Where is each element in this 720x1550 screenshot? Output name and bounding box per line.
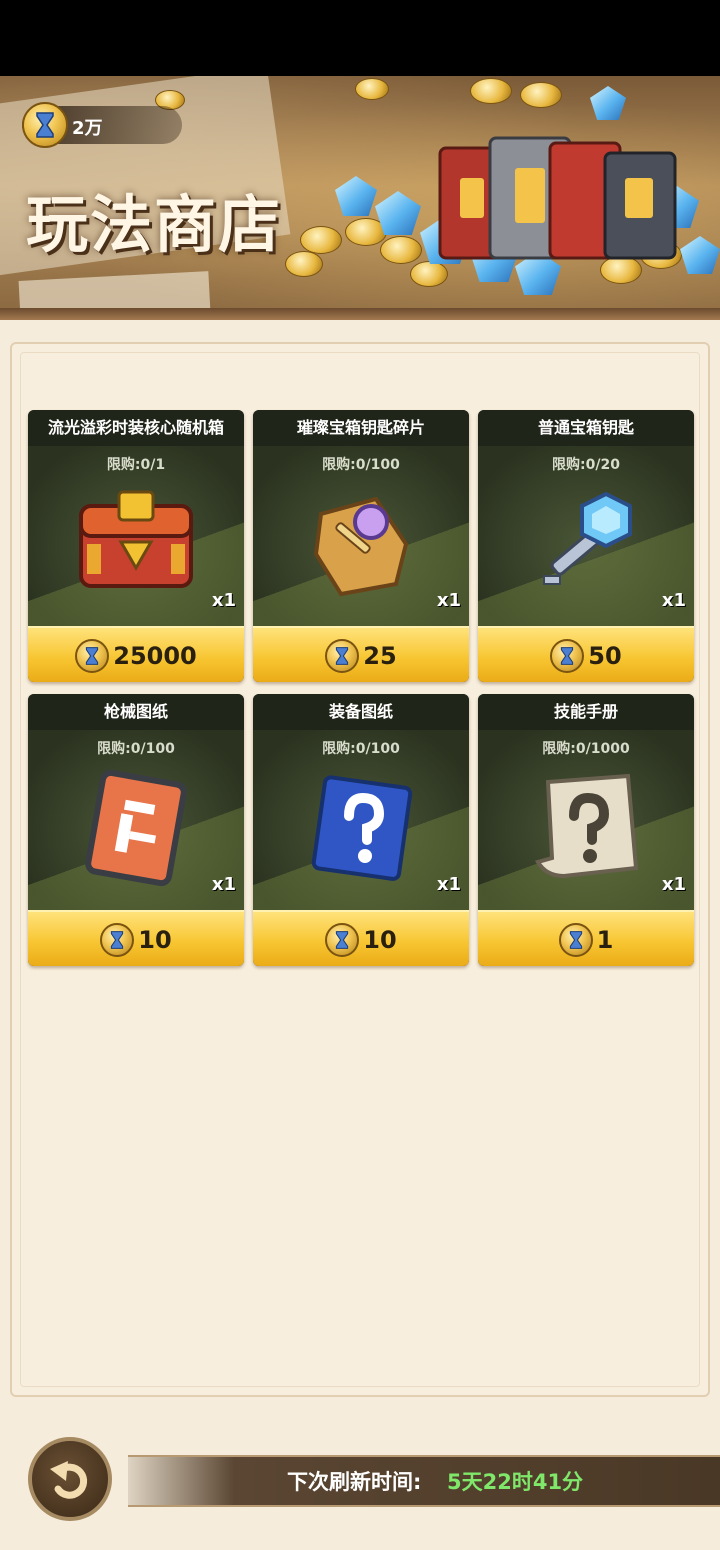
purchase-limit: 限购:0/100 (97, 741, 175, 757)
hourglass-coin-icon (558, 923, 593, 957)
hourglass-coin-icon (75, 639, 110, 673)
item-name: 流光溢彩时装核心随机箱 (28, 410, 244, 446)
item-name: 枪械图纸 (28, 694, 244, 730)
item-name: 技能手册 (478, 694, 694, 730)
price-value: 25 (363, 642, 397, 670)
item-name: 普通宝箱钥匙 (478, 410, 694, 446)
hourglass-coin-icon (325, 639, 360, 673)
refresh-countdown: 5天22时41分 (447, 1470, 584, 1494)
item-name: 装备图纸 (253, 694, 469, 730)
price-value: 1 (596, 926, 614, 954)
price-button[interactable]: 25000 (28, 626, 244, 682)
shop-item-card[interactable]: 装备图纸 限购:0/100 x1 10 (253, 694, 469, 966)
hourglass-coin-icon (22, 102, 68, 148)
item-quantity: x1 (211, 874, 236, 895)
shop-item-card[interactable]: 普通宝箱钥匙 限购:0/20 x1 50 (478, 410, 694, 682)
purchase-limit: 限购:0/1 (106, 457, 166, 473)
hourglass-coin-icon (100, 923, 135, 957)
treasure-chest-icon (79, 490, 193, 588)
equipment-blueprint-icon (311, 775, 413, 881)
item-quantity: x1 (436, 590, 461, 611)
hourglass-coin-icon (325, 923, 360, 957)
price-value: 50 (588, 642, 622, 670)
back-arrow-icon (50, 1461, 88, 1499)
page-title: 玩法商店 (26, 188, 283, 261)
purchase-limit: 限购:0/20 (552, 457, 620, 473)
price-button[interactable]: 25 (253, 626, 469, 682)
item-quantity: x1 (661, 590, 686, 611)
item-quantity: x1 (661, 874, 686, 895)
price-value: 10 (363, 926, 397, 954)
shop-item-card[interactable]: 技能手册 限购:0/1000 x1 1 (478, 694, 694, 966)
item-quantity: x1 (211, 590, 236, 611)
price-button[interactable]: 50 (478, 626, 694, 682)
item-name: 璀璨宝箱钥匙碎片 (253, 410, 469, 446)
hourglass-coin-icon (550, 639, 585, 673)
purchase-limit: 限购:0/100 (322, 457, 400, 473)
back-button[interactable] (28, 1437, 112, 1521)
shop-banner: 2万 玩法商店 (0, 76, 720, 320)
price-button[interactable]: 1 (478, 910, 694, 966)
shop-item-card[interactable]: 流光溢彩时装核心随机箱 限购:0/1 x1 25000 (28, 410, 244, 682)
shop-item-card[interactable]: 枪械图纸 限购:0/100 x1 10 (28, 694, 244, 966)
skill-manual-icon (534, 773, 639, 879)
purchase-limit: 限购:0/1000 (542, 741, 630, 757)
price-value: 25000 (113, 642, 197, 670)
treasure-crate-icon (438, 136, 677, 260)
price-value: 10 (138, 926, 172, 954)
purchase-limit: 限购:0/100 (322, 741, 400, 757)
item-quantity: x1 (436, 874, 461, 895)
blue-key-icon (543, 491, 632, 585)
status-bar (0, 0, 720, 76)
price-button[interactable]: 10 (253, 910, 469, 966)
price-button[interactable]: 10 (28, 910, 244, 966)
refresh-bar (128, 1455, 720, 1507)
gun-blueprint-icon (85, 769, 187, 887)
refresh-label: 下次刷新时间: (287, 1470, 422, 1494)
currency-amount: 2万 (72, 118, 103, 139)
key-fragment-icon (313, 496, 409, 597)
shop-item-card[interactable]: 璀璨宝箱钥匙碎片 限购:0/100 x1 25 (253, 410, 469, 682)
